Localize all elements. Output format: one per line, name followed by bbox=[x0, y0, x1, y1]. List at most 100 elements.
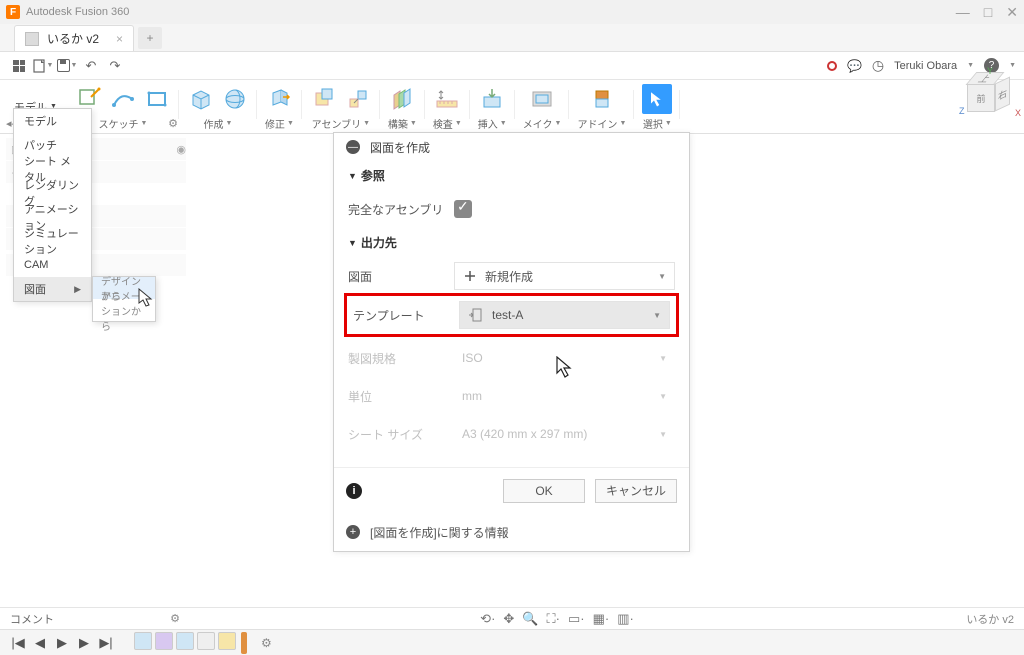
section-reference[interactable]: ▼参照 bbox=[348, 167, 675, 184]
addins-icon[interactable] bbox=[588, 85, 616, 113]
ok-button[interactable]: OK bbox=[503, 479, 585, 503]
rectangle-icon[interactable] bbox=[143, 85, 171, 113]
submenu-from-animation[interactable]: アニメーションから bbox=[93, 299, 155, 321]
timeline: |◀ ◀ ▶ ▶ ▶| ⚙ bbox=[0, 629, 1024, 655]
comments-icon[interactable]: 💬 bbox=[847, 59, 862, 73]
info-icon[interactable]: i bbox=[346, 483, 362, 499]
label-drawing: 図面 bbox=[348, 268, 446, 285]
timeline-play[interactable]: ▶ bbox=[54, 635, 70, 651]
timeline-feature[interactable] bbox=[176, 632, 194, 650]
toolbar-group-modify: 修正▼ bbox=[257, 80, 302, 133]
quick-access-bar: ▼ ▼ ↶ ↷ 💬 ◷ Teruki Obara ▼ ? ▼ bbox=[0, 52, 1024, 80]
new-component-icon[interactable] bbox=[310, 85, 338, 113]
select-tool-button[interactable] bbox=[642, 84, 672, 114]
record-icon[interactable] bbox=[827, 61, 837, 71]
info-link[interactable]: [図面を作成]に関する情報 bbox=[370, 524, 509, 541]
comment-settings-icon[interactable]: ⚙ bbox=[170, 612, 180, 625]
make-icon[interactable] bbox=[528, 85, 556, 113]
timeline-feature[interactable] bbox=[134, 632, 152, 650]
dropdown-item-model[interactable]: モデル bbox=[14, 109, 91, 133]
timeline-next[interactable]: ▶ bbox=[76, 635, 92, 651]
viewports-icon[interactable]: ▥· bbox=[617, 611, 634, 627]
insert-icon[interactable] bbox=[478, 85, 506, 113]
section-destination[interactable]: ▼出力先 bbox=[348, 234, 675, 251]
drawing-submenu: デザインから アニメーションから bbox=[92, 276, 156, 322]
toolbar-group-addins: アドイン▼ bbox=[569, 80, 634, 133]
timeline-feature[interactable] bbox=[155, 632, 173, 650]
undo-button[interactable]: ↶ bbox=[80, 55, 102, 77]
label-standard: 製図規格 bbox=[348, 350, 446, 367]
file-menu[interactable]: ▼ bbox=[32, 55, 54, 77]
construct-plane-icon[interactable] bbox=[388, 85, 416, 113]
sheet-size-select: A3 (420 mm x 297 mm)▼ bbox=[454, 420, 675, 448]
viewcube-front[interactable]: 前 bbox=[967, 84, 995, 112]
plus-icon bbox=[463, 269, 477, 283]
standard-select: ISO▼ bbox=[454, 344, 675, 372]
expand-info-icon[interactable]: + bbox=[346, 525, 360, 539]
toolbar-group-assembly: アセンブリ▼ bbox=[302, 80, 380, 133]
dropdown-item-drawing[interactable]: 図面▶ bbox=[14, 277, 91, 301]
pan-icon[interactable]: ✥ bbox=[503, 611, 514, 627]
user-name[interactable]: Teruki Obara bbox=[894, 60, 957, 72]
template-select[interactable]: test-A▼ bbox=[459, 301, 670, 329]
toolbar-group-insert: 挿入▼ bbox=[470, 80, 515, 133]
dialog-collapse-icon[interactable]: — bbox=[346, 140, 360, 154]
timeline-settings-icon[interactable]: ⚙ bbox=[261, 636, 272, 650]
joint-icon[interactable] bbox=[344, 85, 372, 113]
axis-y-label: Y bbox=[987, 66, 993, 76]
data-panel-button[interactable] bbox=[8, 55, 30, 77]
label-full-assembly: 完全なアセンブリ bbox=[348, 201, 446, 218]
cancel-button[interactable]: キャンセル bbox=[595, 479, 677, 503]
toolbar-group-create: 作成▼ bbox=[179, 80, 257, 133]
press-pull-icon[interactable] bbox=[265, 85, 293, 113]
measure-icon[interactable] bbox=[433, 85, 461, 113]
document-tab[interactable]: いるか v2 × bbox=[14, 25, 134, 51]
window-title: Autodesk Fusion 360 bbox=[26, 6, 956, 18]
axis-z-label: Z bbox=[959, 106, 965, 116]
label-template: テンプレート bbox=[353, 307, 451, 324]
comments-label[interactable]: コメント bbox=[10, 611, 54, 627]
app-icon: F bbox=[6, 5, 20, 19]
viewcube[interactable]: 上 前 右 Y X Z bbox=[954, 60, 1014, 122]
minimize-button[interactable]: — bbox=[956, 4, 970, 21]
save-button[interactable]: ▼ bbox=[56, 55, 78, 77]
toolbar-group-construct: 構築▼ bbox=[380, 80, 425, 133]
window-titlebar: F Autodesk Fusion 360 — □ ✕ bbox=[0, 0, 1024, 24]
jobs-icon[interactable]: ◷ bbox=[872, 57, 884, 74]
timeline-feature[interactable] bbox=[218, 632, 236, 650]
sphere-icon[interactable] bbox=[221, 85, 249, 113]
timeline-feature[interactable] bbox=[197, 632, 215, 650]
fit-icon[interactable]: ⛶· bbox=[547, 611, 560, 627]
workspace-dropdown: モデル パッチ シート メタル レンダリング アニメーション シミュレーション … bbox=[13, 108, 92, 302]
viewcube-right[interactable]: 右 bbox=[995, 77, 1010, 112]
line-icon[interactable] bbox=[109, 85, 137, 113]
redo-button[interactable]: ↷ bbox=[104, 55, 126, 77]
zoom-icon[interactable]: 🔍 bbox=[522, 611, 538, 627]
maximize-button[interactable]: □ bbox=[984, 4, 992, 21]
document-icon bbox=[25, 32, 39, 46]
dialog-title: 図面を作成 bbox=[370, 139, 430, 156]
close-button[interactable]: ✕ bbox=[1006, 4, 1018, 21]
timeline-prev[interactable]: ◀ bbox=[32, 635, 48, 651]
tab-close-icon[interactable]: × bbox=[116, 32, 123, 46]
orbit-icon[interactable]: ⟲· bbox=[480, 611, 495, 627]
label-units: 単位 bbox=[348, 388, 446, 405]
units-select: mm▼ bbox=[454, 382, 675, 410]
dropdown-item-simulation[interactable]: シミュレーション bbox=[14, 229, 91, 253]
axis-x-label: X bbox=[1015, 108, 1021, 118]
toolbar-group-make: メイク▼ bbox=[515, 80, 570, 133]
browser-settings-icon[interactable]: ⚙ bbox=[168, 117, 178, 130]
timeline-end[interactable]: ▶| bbox=[98, 635, 114, 651]
grid-icon[interactable]: ▦· bbox=[593, 611, 610, 627]
full-assembly-checkbox[interactable] bbox=[454, 200, 472, 218]
display-icon[interactable]: ▭· bbox=[568, 611, 585, 627]
create-drawing-dialog: — 図面を作成 ▼参照 完全なアセンブリ ▼出力先 図面 新規作成▼ テンプレー… bbox=[333, 132, 690, 552]
extrude-icon[interactable] bbox=[187, 85, 215, 113]
template-icon bbox=[468, 308, 484, 322]
label-sheet-size: シート サイズ bbox=[348, 426, 446, 443]
drawing-select[interactable]: 新規作成▼ bbox=[454, 262, 675, 290]
document-tab-label: いるか v2 bbox=[47, 30, 99, 47]
new-tab-button[interactable]: + bbox=[138, 27, 162, 49]
timeline-start[interactable]: |◀ bbox=[10, 635, 26, 651]
timeline-playhead[interactable] bbox=[241, 632, 247, 654]
